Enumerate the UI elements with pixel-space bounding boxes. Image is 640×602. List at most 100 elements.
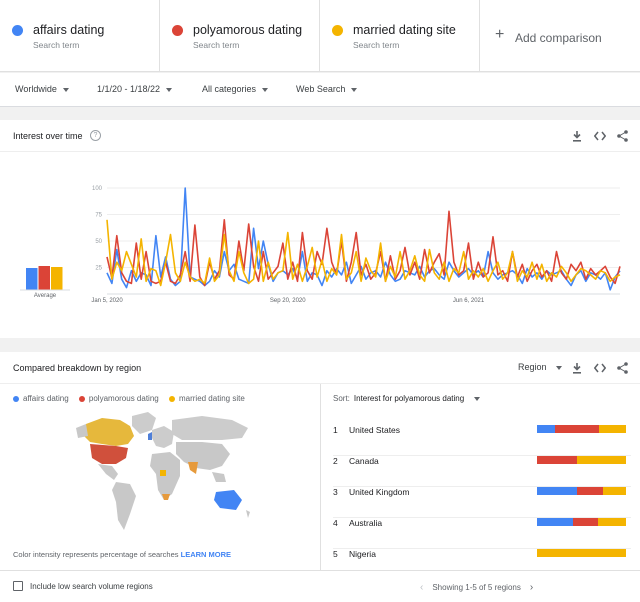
- region-dropdown-label: Region: [518, 362, 547, 372]
- region-rank: 5: [333, 549, 338, 559]
- embed-icon[interactable]: [593, 131, 607, 144]
- download-icon[interactable]: [572, 363, 582, 377]
- average-bars: [20, 266, 70, 291]
- embed-icon[interactable]: [593, 363, 607, 376]
- include-low-volume-checkbox[interactable]: [13, 581, 23, 591]
- x-axis-labels: Jan 5, 2020 Sep 20, 2020 Jun 6, 2021: [91, 298, 485, 304]
- chart-lines: [106, 187, 621, 291]
- legend-dot: [168, 395, 175, 402]
- share-segment: [572, 518, 598, 526]
- legend-label: affairs dating: [23, 394, 69, 404]
- category-filter-label: All categories: [202, 84, 257, 94]
- sort-label: Sort:: [333, 394, 350, 403]
- sort-value: Interest for polyamorous dating: [353, 394, 465, 403]
- add-comparison-button[interactable]: + Add comparison: [480, 0, 640, 72]
- caret-down-icon: [474, 396, 481, 401]
- region-name: United Kingdom: [349, 487, 410, 497]
- time-filter-dropdown[interactable]: 1/1/20 - 1/18/22: [97, 84, 173, 94]
- map-region-new-zealand[interactable]: [246, 510, 250, 518]
- share-segment: [537, 549, 626, 557]
- plus-icon: +: [495, 26, 505, 43]
- region-share-bar: [537, 487, 626, 495]
- filters-bar: Worldwide 1/1/20 - 1/18/22 All categorie…: [0, 73, 640, 107]
- source-filter-dropdown[interactable]: Web Search: [296, 84, 358, 94]
- map-region-south-america[interactable]: [112, 482, 136, 530]
- search-term-name: married dating site: [353, 23, 456, 37]
- map-region-alaska[interactable]: [76, 424, 88, 438]
- interest-over-time-card: Interest over time ? Average 25 50 75 100 J…: [0, 120, 640, 338]
- region-row[interactable]: 3 United Kingdom: [333, 487, 631, 518]
- y-tick-label: 25: [95, 266, 102, 272]
- map-region-russia[interactable]: [172, 416, 248, 440]
- map-region-united-states[interactable]: [90, 444, 128, 464]
- average-bar[interactable]: [38, 266, 51, 290]
- map-region-europe[interactable]: [152, 426, 174, 448]
- share-segment: [602, 487, 626, 495]
- search-term-1[interactable]: affairs dating Search term: [0, 0, 160, 72]
- map-region-australia[interactable]: [214, 490, 242, 510]
- world-map[interactable]: [72, 410, 252, 540]
- caret-down-icon: [555, 365, 562, 370]
- share-icon[interactable]: [617, 130, 628, 145]
- share-segment: [599, 425, 626, 433]
- legend-label: polyamorous dating: [88, 394, 159, 404]
- source-filter-label: Web Search: [296, 84, 346, 94]
- search-term-name: polyamorous dating: [193, 23, 303, 37]
- map-region-mexico[interactable]: [98, 464, 118, 480]
- region-rank: 3: [333, 487, 338, 497]
- interest-line-chart: Average 25 50 75 100 Jan 5, 2020 Sep 20, 202…: [20, 186, 621, 304]
- map-region-canada[interactable]: [82, 418, 134, 446]
- search-term-3[interactable]: married dating site Search term: [320, 0, 480, 72]
- chevron-left-icon[interactable]: ‹: [420, 582, 423, 593]
- map-legend: affairs dating polyamorous dating marrie…: [13, 394, 253, 403]
- legend-dot: [78, 395, 85, 402]
- average-label: Average: [34, 293, 57, 299]
- download-icon[interactable]: [572, 131, 582, 145]
- caret-down-icon: [166, 87, 173, 92]
- region-share-bar: [537, 425, 626, 433]
- search-term-2[interactable]: polyamorous dating Search term: [160, 0, 320, 72]
- add-comparison-label: Add comparison: [515, 31, 602, 45]
- region-rank: 4: [333, 518, 338, 528]
- column-divider: [320, 384, 321, 570]
- chevron-right-icon[interactable]: ›: [530, 582, 533, 593]
- average-bar[interactable]: [26, 268, 38, 290]
- term-color-dot: [332, 25, 343, 36]
- legend-label: married dating site: [178, 394, 245, 404]
- map-region-south-africa[interactable]: [162, 494, 170, 500]
- help-icon[interactable]: ?: [90, 130, 101, 141]
- share-segment: [537, 518, 573, 526]
- breakdown-footer: Include low search volume regions ‹ Showi…: [0, 570, 640, 602]
- sort-dropdown[interactable]: Sort: Interest for polyamorous dating: [333, 394, 481, 403]
- pagination: ‹ Showing 1-5 of 5 regions ›: [420, 582, 533, 593]
- learn-more-link[interactable]: LEARN MORE: [181, 550, 231, 559]
- region-filter-dropdown[interactable]: Worldwide: [15, 84, 69, 94]
- map-region-se-asia[interactable]: [212, 472, 226, 482]
- average-bar[interactable]: [51, 267, 63, 290]
- y-tick-label: 50: [95, 239, 102, 245]
- x-tick-label: Jan 5, 2020: [91, 298, 123, 304]
- region-row[interactable]: 1 United States: [333, 425, 631, 456]
- term-color-dot: [12, 25, 23, 36]
- search-term-type: Search term: [193, 40, 240, 50]
- region-share-bar: [537, 518, 626, 526]
- share-segment: [577, 456, 626, 464]
- time-filter-label: 1/1/20 - 1/18/22: [97, 84, 161, 94]
- region-row[interactable]: 2 Canada: [333, 456, 631, 487]
- region-filter-label: Worldwide: [15, 84, 57, 94]
- region-dropdown[interactable]: Region: [518, 362, 562, 372]
- x-tick-label: Sep 20, 2020: [270, 298, 306, 304]
- share-icon[interactable]: [617, 362, 628, 377]
- map-region-india[interactable]: [188, 462, 198, 474]
- share-segment: [537, 425, 555, 433]
- breakdown-card-title: Compared breakdown by region: [13, 363, 142, 373]
- map-region-united-kingdom[interactable]: [148, 432, 152, 440]
- map-region-nigeria[interactable]: [160, 470, 166, 476]
- legend-dot: [13, 395, 19, 402]
- breakdown-by-region-card: Compared breakdown by region Region affa…: [0, 352, 640, 602]
- map-region-asia[interactable]: [176, 442, 230, 470]
- category-filter-dropdown[interactable]: All categories: [202, 84, 269, 94]
- region-share-bar: [537, 549, 626, 557]
- region-row[interactable]: 4 Australia: [333, 518, 631, 549]
- share-segment: [537, 487, 578, 495]
